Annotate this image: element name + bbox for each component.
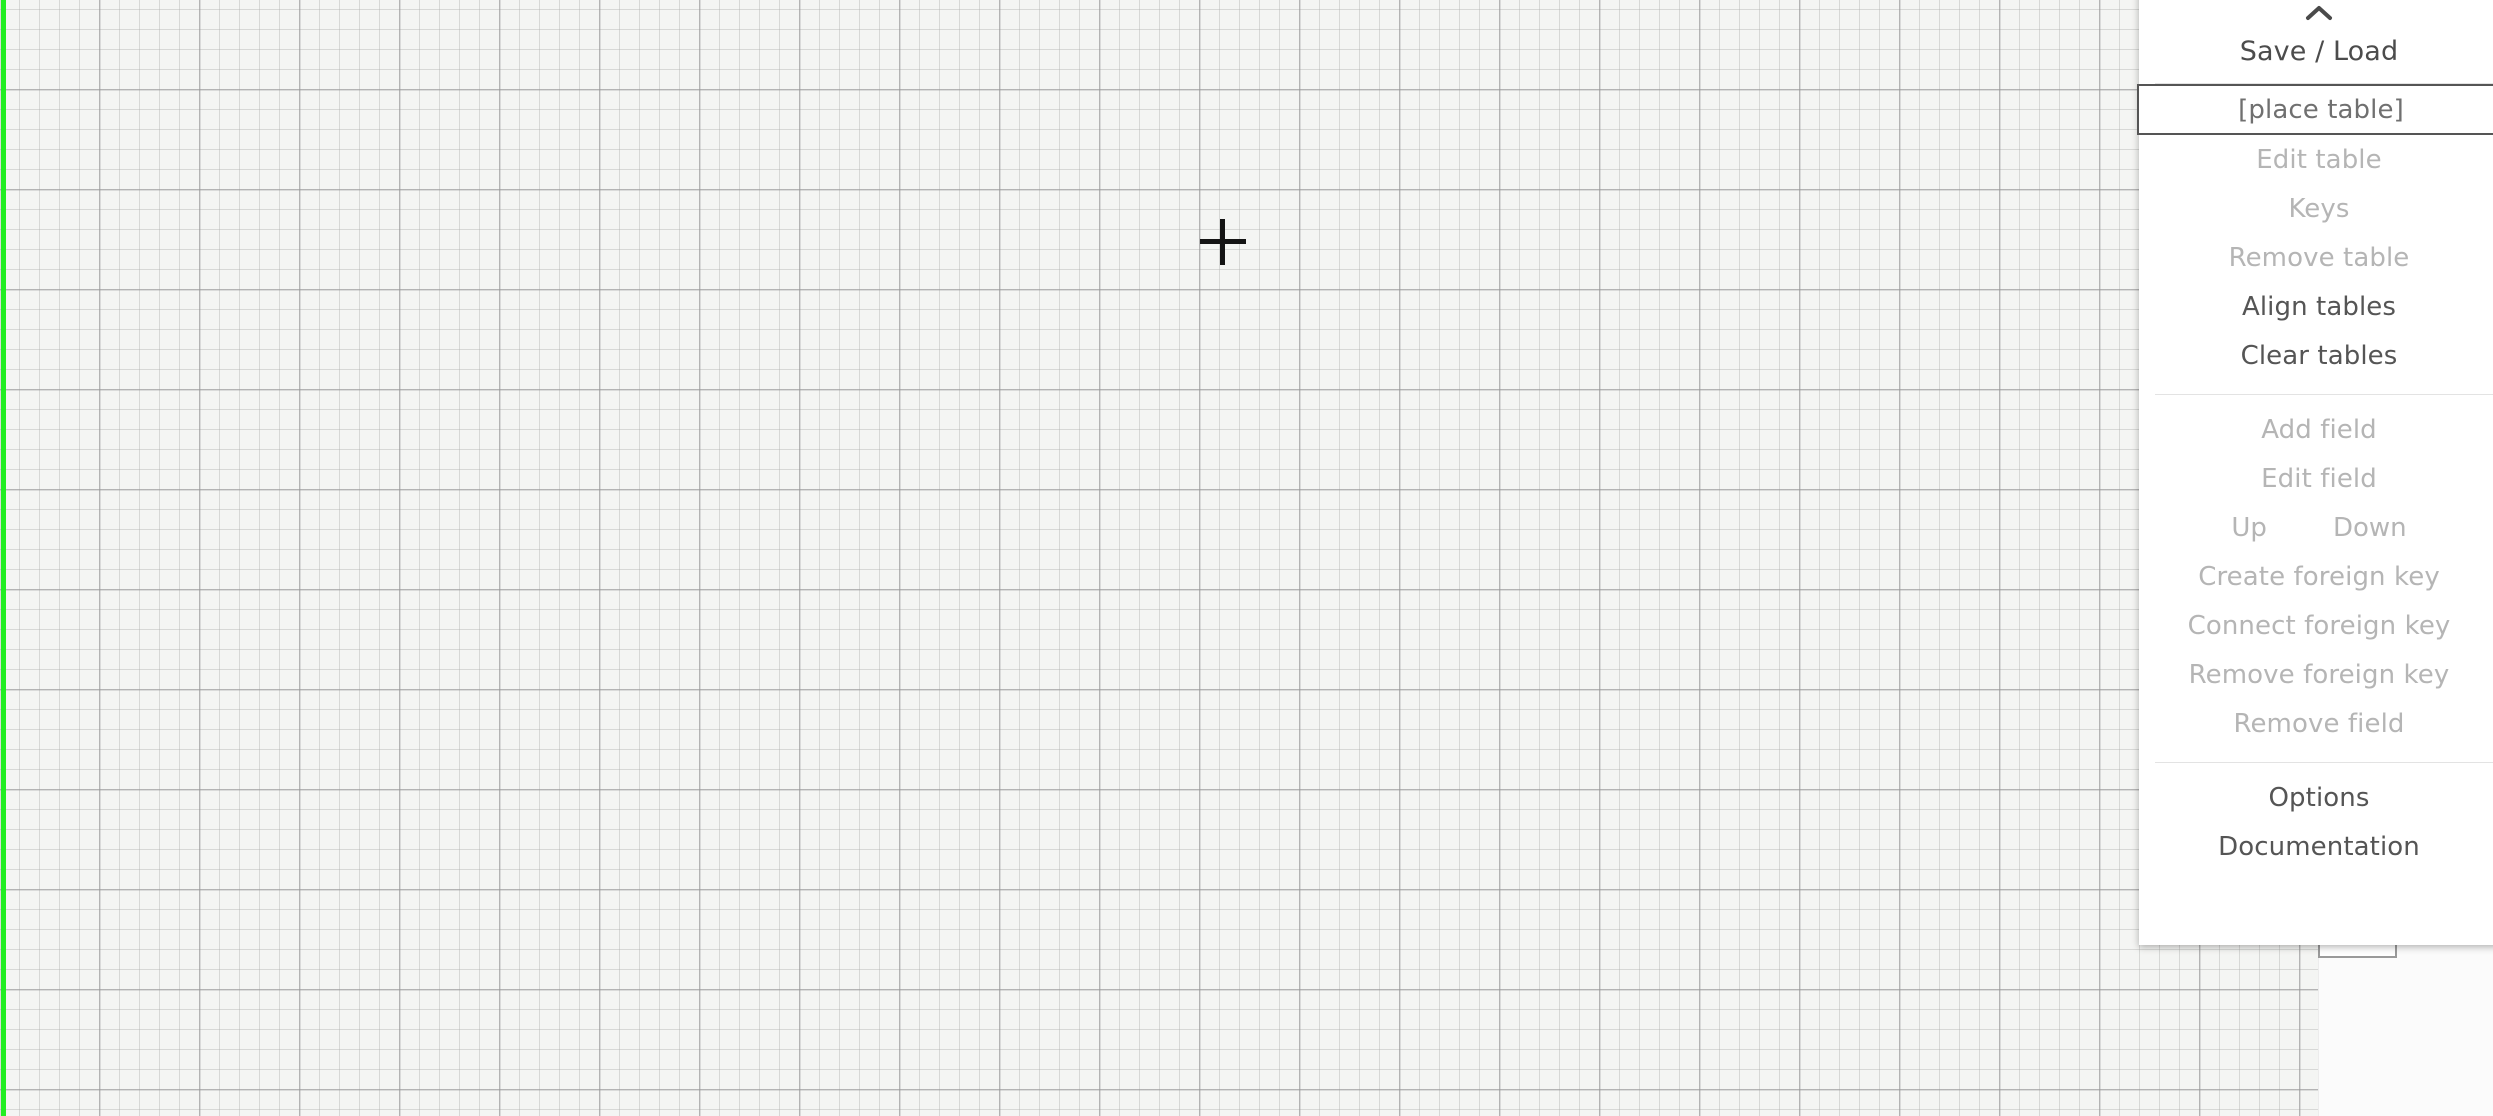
- menu-item-move-up[interactable]: Up: [2231, 515, 2267, 541]
- menu-item-remove-table[interactable]: Remove table: [2139, 233, 2493, 282]
- menu-item-remove-field[interactable]: Remove field: [2139, 699, 2493, 748]
- menu-item-clear-tables[interactable]: Clear tables: [2139, 331, 2493, 380]
- green-guide-line: [1, 0, 6, 1116]
- menu-item-connect-foreign-key[interactable]: Connect foreign key: [2139, 601, 2493, 650]
- diagram-canvas[interactable]: [0, 0, 2493, 1116]
- crosshair-cursor: [1200, 219, 1246, 265]
- menu-item-documentation[interactable]: Documentation: [2139, 822, 2493, 871]
- chevron-up-icon: [2304, 4, 2334, 22]
- menu-item-move-down[interactable]: Down: [2333, 515, 2407, 541]
- menu-item-remove-foreign-key[interactable]: Remove foreign key: [2139, 650, 2493, 699]
- menu-item-add-field[interactable]: Add field: [2139, 405, 2493, 454]
- menu-row-move-field: Up Down: [2139, 503, 2493, 552]
- menu-item-create-foreign-key[interactable]: Create foreign key: [2139, 552, 2493, 601]
- menu-item-edit-field[interactable]: Edit field: [2139, 454, 2493, 503]
- tool-menu-panel: Save / Load [place table] Edit table Key…: [2137, 0, 2493, 945]
- collapse-menu-button[interactable]: [2139, 0, 2493, 24]
- menu-item-keys[interactable]: Keys: [2139, 184, 2493, 233]
- menu-item-place-table[interactable]: [place table]: [2137, 84, 2493, 135]
- menu-item-edit-table[interactable]: Edit table: [2139, 135, 2493, 184]
- menu-title[interactable]: Save / Load: [2139, 24, 2493, 83]
- app-root: Save / Load [place table] Edit table Key…: [0, 0, 2493, 1116]
- menu-item-options[interactable]: Options: [2139, 773, 2493, 822]
- menu-item-align-tables[interactable]: Align tables: [2139, 282, 2493, 331]
